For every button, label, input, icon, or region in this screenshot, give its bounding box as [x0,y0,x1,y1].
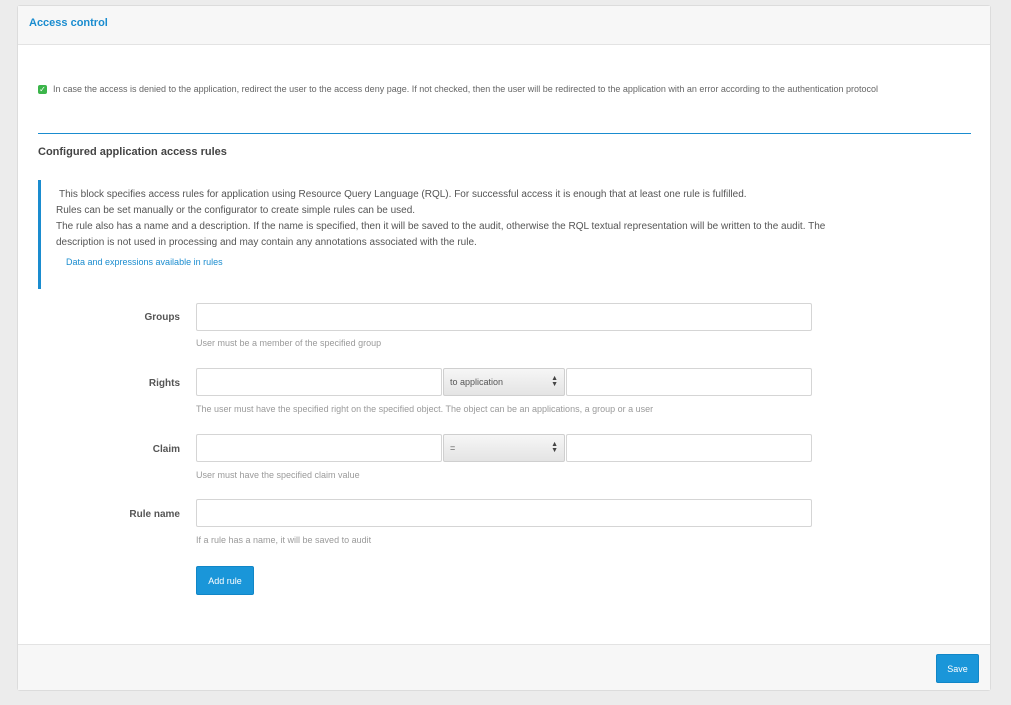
groups-label: Groups [144,312,180,323]
info-line: This block specifies access rules for ap… [59,189,747,200]
save-button[interactable]: Save [936,654,979,683]
rule-name-input[interactable] [196,499,812,527]
rights-select-value: to application [450,377,504,387]
rule-name-label: Rule name [129,509,180,520]
section-title: Configured application access rules [38,146,227,158]
rights-input[interactable] [196,368,442,396]
groups-input[interactable] [196,303,812,331]
select-arrows-icon: ▲ ▼ [551,375,558,388]
claim-operator-value: = [450,443,456,453]
rights-object-select[interactable]: to application ▲ ▼ [443,368,565,396]
panel-title: Access control [29,17,108,29]
rule-name-help: If a rule has a name, it will be saved t… [196,535,372,545]
claim-operator-select[interactable]: = ▲ ▼ [443,434,565,462]
claim-input[interactable] [196,434,442,462]
rights-object-input[interactable] [566,368,812,396]
redirect-checkbox-label: In case the access is denied to the appl… [53,84,878,94]
panel-heading: Access control [18,6,990,45]
info-line: description is not used in processing an… [56,237,477,248]
redirect-checkbox[interactable]: ✓ [38,84,47,94]
add-rule-button[interactable]: Add rule [196,566,254,595]
rights-label: Rights [148,378,180,389]
info-line: Rules can be set manually or the configu… [56,205,416,216]
section-divider [38,133,971,134]
redirect-option[interactable]: ✓ In case the access is denied to the ap… [38,84,878,94]
access-control-panel: Access control ✓ In case the access is d… [17,5,991,691]
data-expressions-link[interactable]: Data and expressions available in rules [66,257,223,267]
claim-label: Claim [152,444,180,455]
rights-help: The user must have the specified right o… [196,404,654,414]
claim-value-input[interactable] [566,434,812,462]
info-block: This block specifies access rules for ap… [38,180,971,289]
groups-help: User must be a member of the specified g… [196,338,382,348]
select-arrows-icon: ▲ ▼ [551,441,558,454]
claim-help: User must have the specified claim value [196,470,360,480]
panel-footer: Save [18,644,990,690]
info-line: The rule also has a name and a descripti… [56,221,826,232]
